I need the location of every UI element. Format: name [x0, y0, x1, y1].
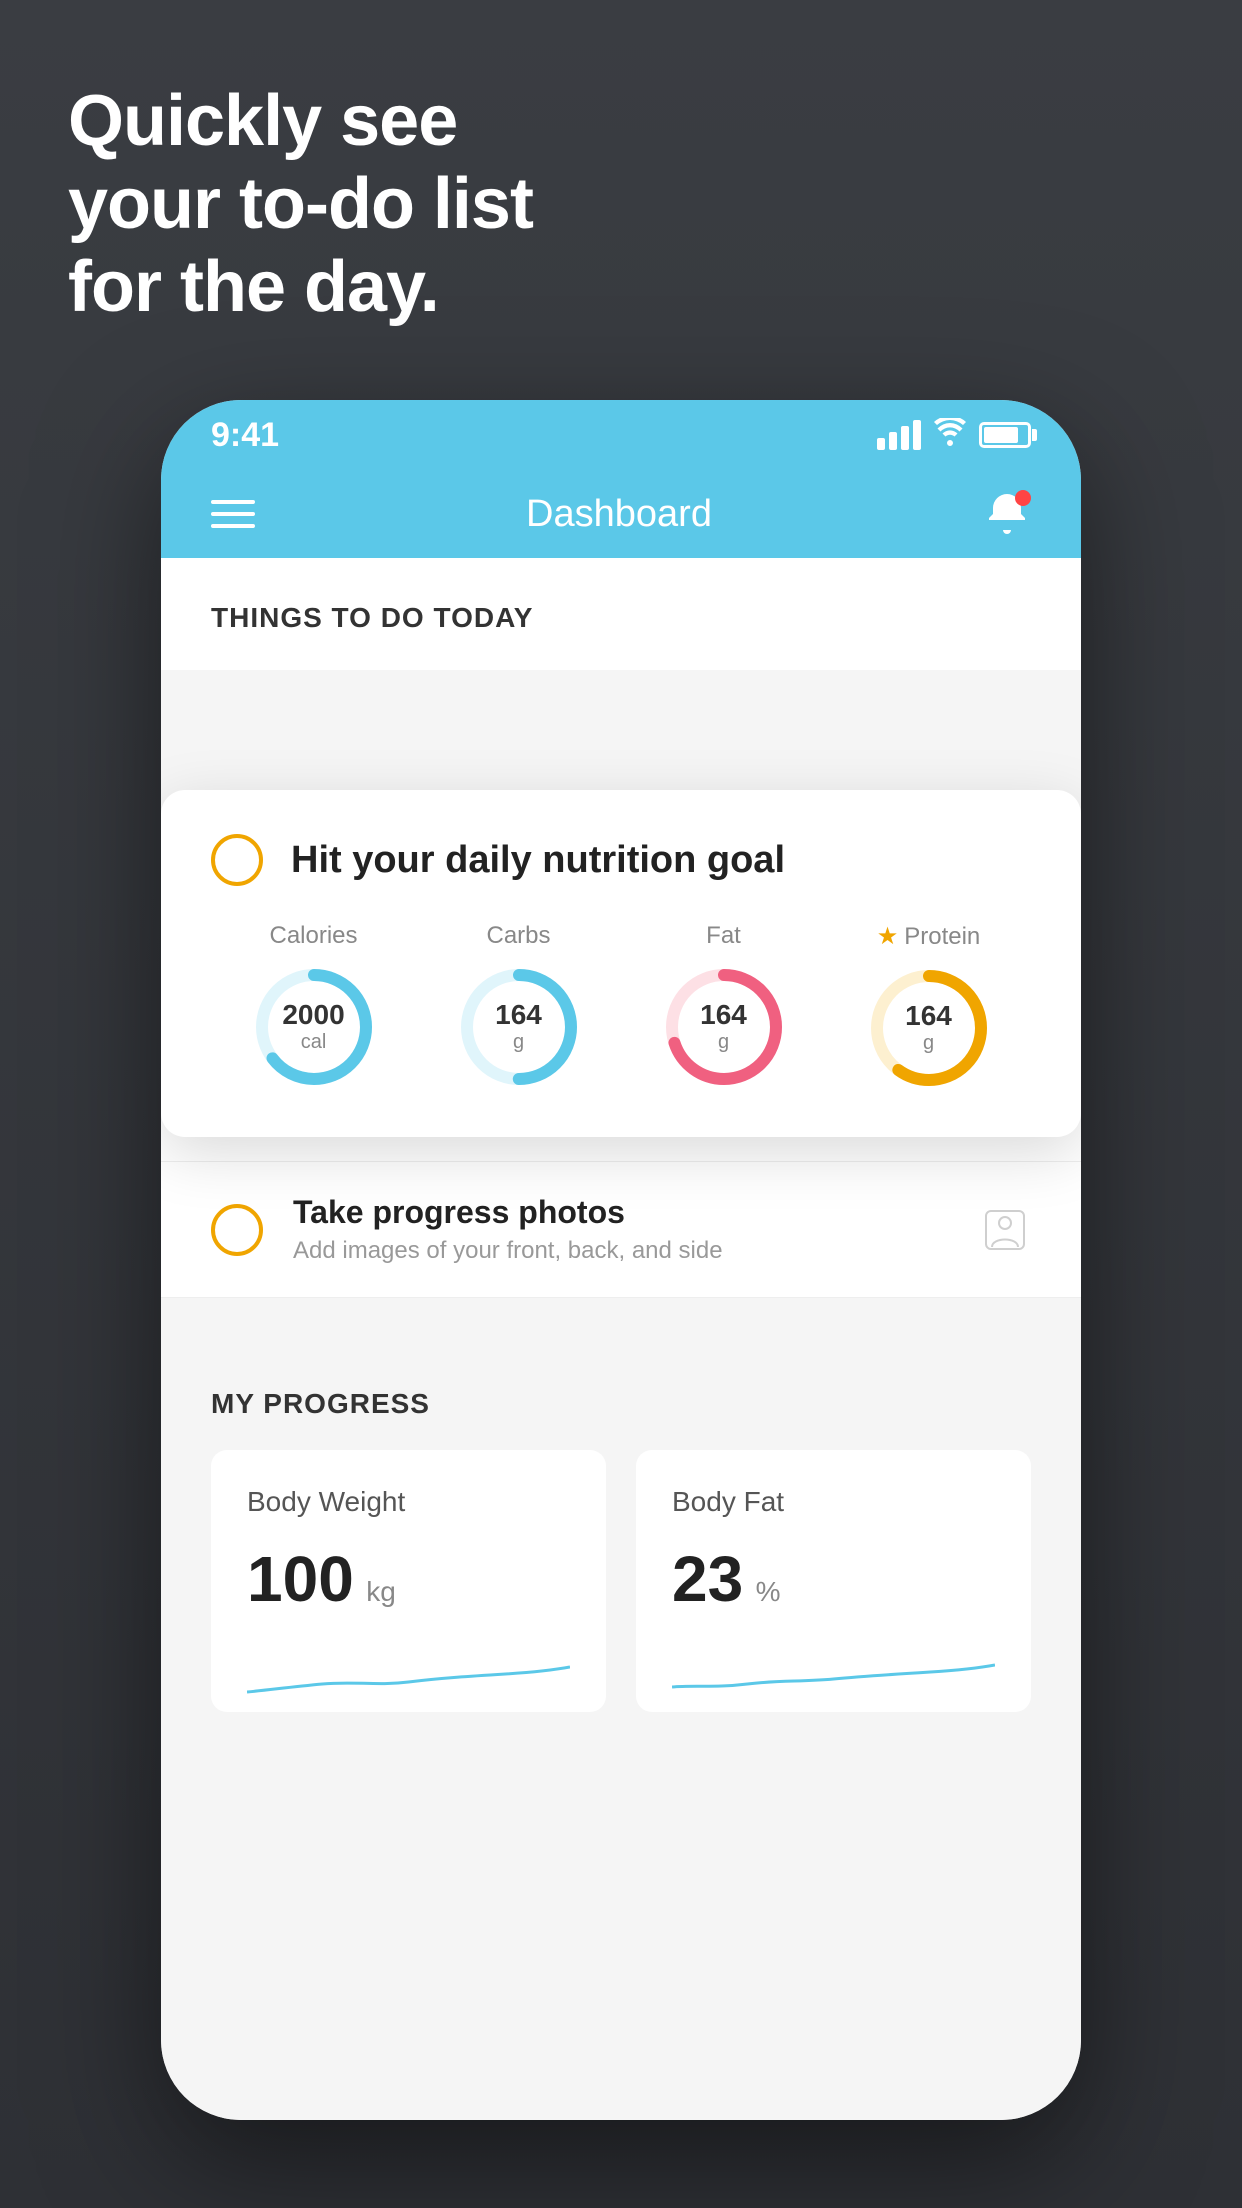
protein-value: 164: [905, 1001, 952, 1032]
app-header: Dashboard: [161, 470, 1081, 558]
signal-bar-3: [901, 426, 909, 450]
carbs-unit: g: [513, 1031, 524, 1053]
person-icon: [979, 1204, 1031, 1256]
things-section: THINGS TO DO TODAY: [161, 558, 1081, 670]
headline-line2: your to-do list: [68, 163, 533, 246]
hamburger-line3: [211, 524, 255, 528]
status-bar: 9:41: [161, 400, 1081, 470]
card-header: Hit your daily nutrition goal: [211, 834, 1031, 886]
main-content: THINGS TO DO TODAY Hit your daily nutrit…: [161, 558, 1081, 2120]
calories-unit: cal: [301, 1031, 327, 1053]
body-weight-unit: kg: [366, 1576, 396, 1607]
things-title: THINGS TO DO TODAY: [211, 602, 1031, 634]
protein-donut: 164 g: [864, 963, 994, 1093]
body-weight-value-row: 100 kg: [247, 1542, 570, 1616]
nutrition-circle-radio[interactable]: [211, 834, 263, 886]
headline-line3: for the day.: [68, 246, 533, 329]
protein-unit: g: [923, 1032, 934, 1054]
signal-bar-2: [889, 432, 897, 450]
phone-mockup: 9:41 Dashboard: [161, 400, 1081, 2120]
progress-section: MY PROGRESS Body Weight 100 kg: [161, 1338, 1081, 1712]
signal-bars-icon: [877, 420, 921, 450]
header-title: Dashboard: [526, 493, 712, 536]
nutrition-card-title: Hit your daily nutrition goal: [291, 839, 785, 882]
bell-icon[interactable]: [983, 490, 1031, 538]
body-fat-chart: [672, 1632, 995, 1712]
photos-subtitle: Add images of your front, back, and side: [293, 1237, 949, 1265]
protein-label: Protein: [904, 923, 980, 951]
notification-dot: [1015, 490, 1031, 506]
fat-unit: g: [718, 1031, 729, 1053]
fat-donut: 164 g: [659, 962, 789, 1092]
protein-label-container: ★ Protein: [877, 922, 981, 951]
status-time: 9:41: [211, 416, 279, 455]
body-fat-value: 23: [672, 1543, 743, 1615]
body-weight-card: Body Weight 100 kg: [211, 1450, 606, 1712]
nutrition-item-fat: Fat 164 g: [659, 922, 789, 1092]
progress-cards: Body Weight 100 kg Body Fat 23: [211, 1450, 1031, 1712]
body-weight-value: 100: [247, 1543, 354, 1615]
body-fat-unit: %: [756, 1576, 781, 1607]
progress-title: MY PROGRESS: [211, 1388, 1031, 1420]
headline: Quickly see your to-do list for the day.: [68, 80, 533, 328]
status-icons: [877, 418, 1031, 453]
signal-bar-1: [877, 438, 885, 450]
battery-fill: [984, 427, 1018, 443]
hamburger-line2: [211, 512, 255, 516]
signal-bar-4: [913, 420, 921, 450]
calories-label: Calories: [269, 922, 357, 950]
nutrition-card: Hit your daily nutrition goal Calories 2: [161, 790, 1081, 1137]
nutrition-item-carbs: Carbs 164 g: [454, 922, 584, 1092]
fat-label: Fat: [706, 922, 741, 950]
photos-text: Take progress photos Add images of your …: [293, 1194, 949, 1265]
body-weight-title: Body Weight: [247, 1486, 570, 1518]
photos-title: Take progress photos: [293, 1194, 949, 1231]
body-fat-card: Body Fat 23 %: [636, 1450, 1031, 1712]
body-fat-title: Body Fat: [672, 1486, 995, 1518]
carbs-value: 164: [495, 1000, 542, 1031]
body-weight-chart: [247, 1632, 570, 1712]
nutrition-grid: Calories 2000 cal: [211, 922, 1031, 1093]
fat-value: 164: [700, 1000, 747, 1031]
carbs-donut: 164 g: [454, 962, 584, 1092]
todo-item-photos[interactable]: Take progress photos Add images of your …: [161, 1162, 1081, 1298]
battery-icon: [979, 422, 1031, 448]
calories-donut: 2000 cal: [249, 962, 379, 1092]
nutrition-item-calories: Calories 2000 cal: [249, 922, 379, 1092]
photos-circle: [211, 1204, 263, 1256]
hamburger-menu[interactable]: [211, 500, 255, 528]
calories-value: 2000: [282, 1000, 344, 1031]
headline-line1: Quickly see: [68, 80, 533, 163]
protein-star-icon: ★: [877, 922, 899, 951]
nutrition-item-protein: ★ Protein 164 g: [864, 922, 994, 1093]
body-fat-value-row: 23 %: [672, 1542, 995, 1616]
carbs-label: Carbs: [486, 922, 550, 950]
hamburger-line1: [211, 500, 255, 504]
wifi-icon: [933, 418, 967, 453]
